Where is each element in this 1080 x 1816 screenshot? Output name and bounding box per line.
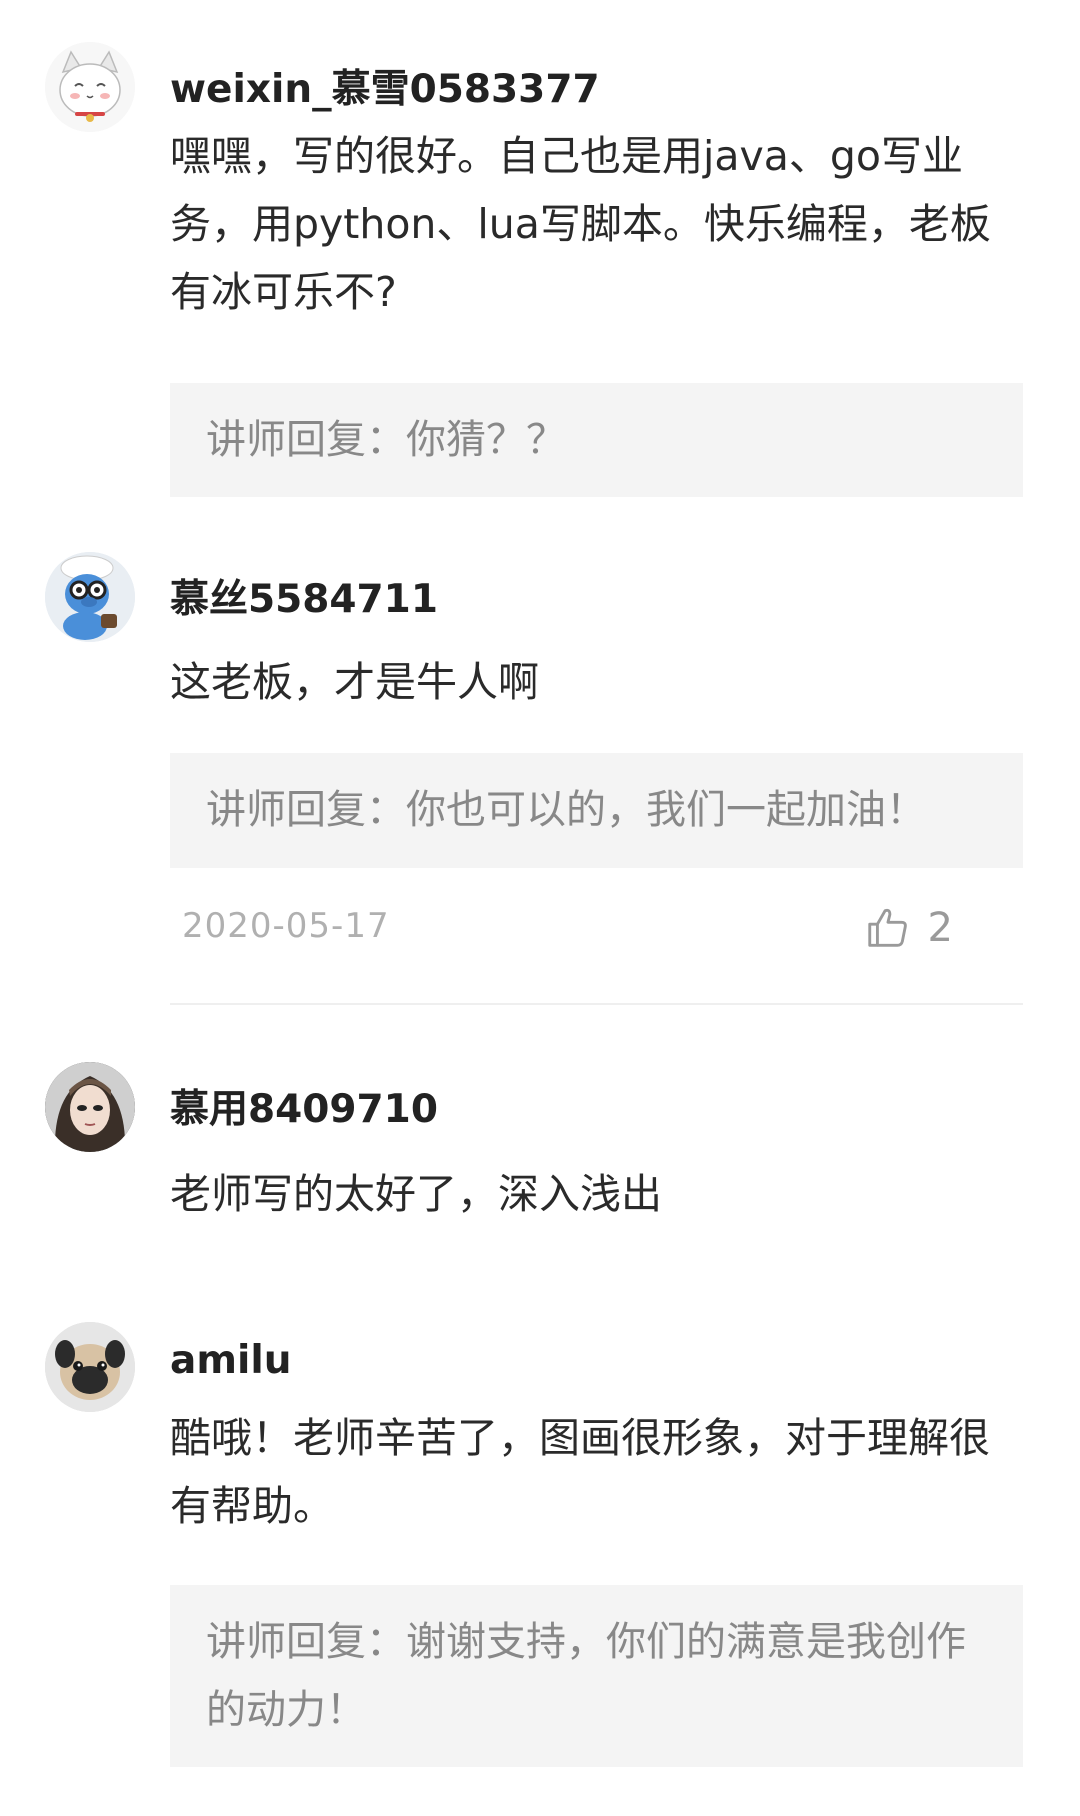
comment-date: 2020-05-17	[182, 906, 390, 946]
comment-text: 老师写的太好了，深入浅出	[170, 1170, 662, 1218]
blue-creature-avatar-icon	[45, 552, 135, 642]
avatar[interactable]	[45, 1322, 135, 1412]
reply-prefix: 讲师回复：	[206, 787, 406, 833]
username[interactable]: weixin_慕雪0583377	[170, 58, 600, 114]
avatar[interactable]	[45, 42, 135, 132]
portrait-avatar-icon	[45, 1062, 135, 1152]
like-count: 2	[927, 905, 953, 951]
pug-avatar-icon	[45, 1322, 135, 1412]
username[interactable]: 慕用8409710	[170, 1078, 438, 1134]
avatar[interactable]	[45, 1062, 135, 1152]
username[interactable]: 慕丝5584711	[170, 568, 438, 624]
instructor-reply: 讲师回复：你也可以的，我们一起加油！	[170, 753, 1023, 868]
like-button[interactable]: 2	[864, 898, 953, 958]
thumbs-up-icon	[867, 908, 907, 947]
comment-meta: 2020-05-17 2	[170, 898, 1023, 958]
username[interactable]: amilu	[170, 1338, 291, 1383]
cat-avatar-icon	[45, 42, 135, 132]
comment-text: 嘿嘿，写的很好。自己也是用java、go写业务，用python、lua写脚本。快…	[170, 132, 991, 316]
reply-text: 你也可以的，我们一起加油！	[406, 787, 926, 833]
comment-text: 酷哦！老师辛苦了，图画很形象，对于理解很有帮助。	[170, 1414, 990, 1530]
comment-text: 这老板，才是牛人啊	[170, 658, 539, 706]
divider	[170, 1003, 1023, 1005]
reply-prefix: 讲师回复：	[206, 417, 406, 463]
reply-prefix: 讲师回复：	[206, 1619, 406, 1665]
instructor-reply: 讲师回复：你猜？？	[170, 383, 1023, 497]
reply-text: 你猜？？	[406, 417, 566, 463]
comment-list: weixin_慕雪0583377 嘿嘿，写的很好。自己也是用java、go写业务…	[0, 0, 1080, 1816]
avatar[interactable]	[45, 552, 135, 642]
instructor-reply: 讲师回复：谢谢支持，你们的满意是我创作的动力！	[170, 1585, 1023, 1767]
